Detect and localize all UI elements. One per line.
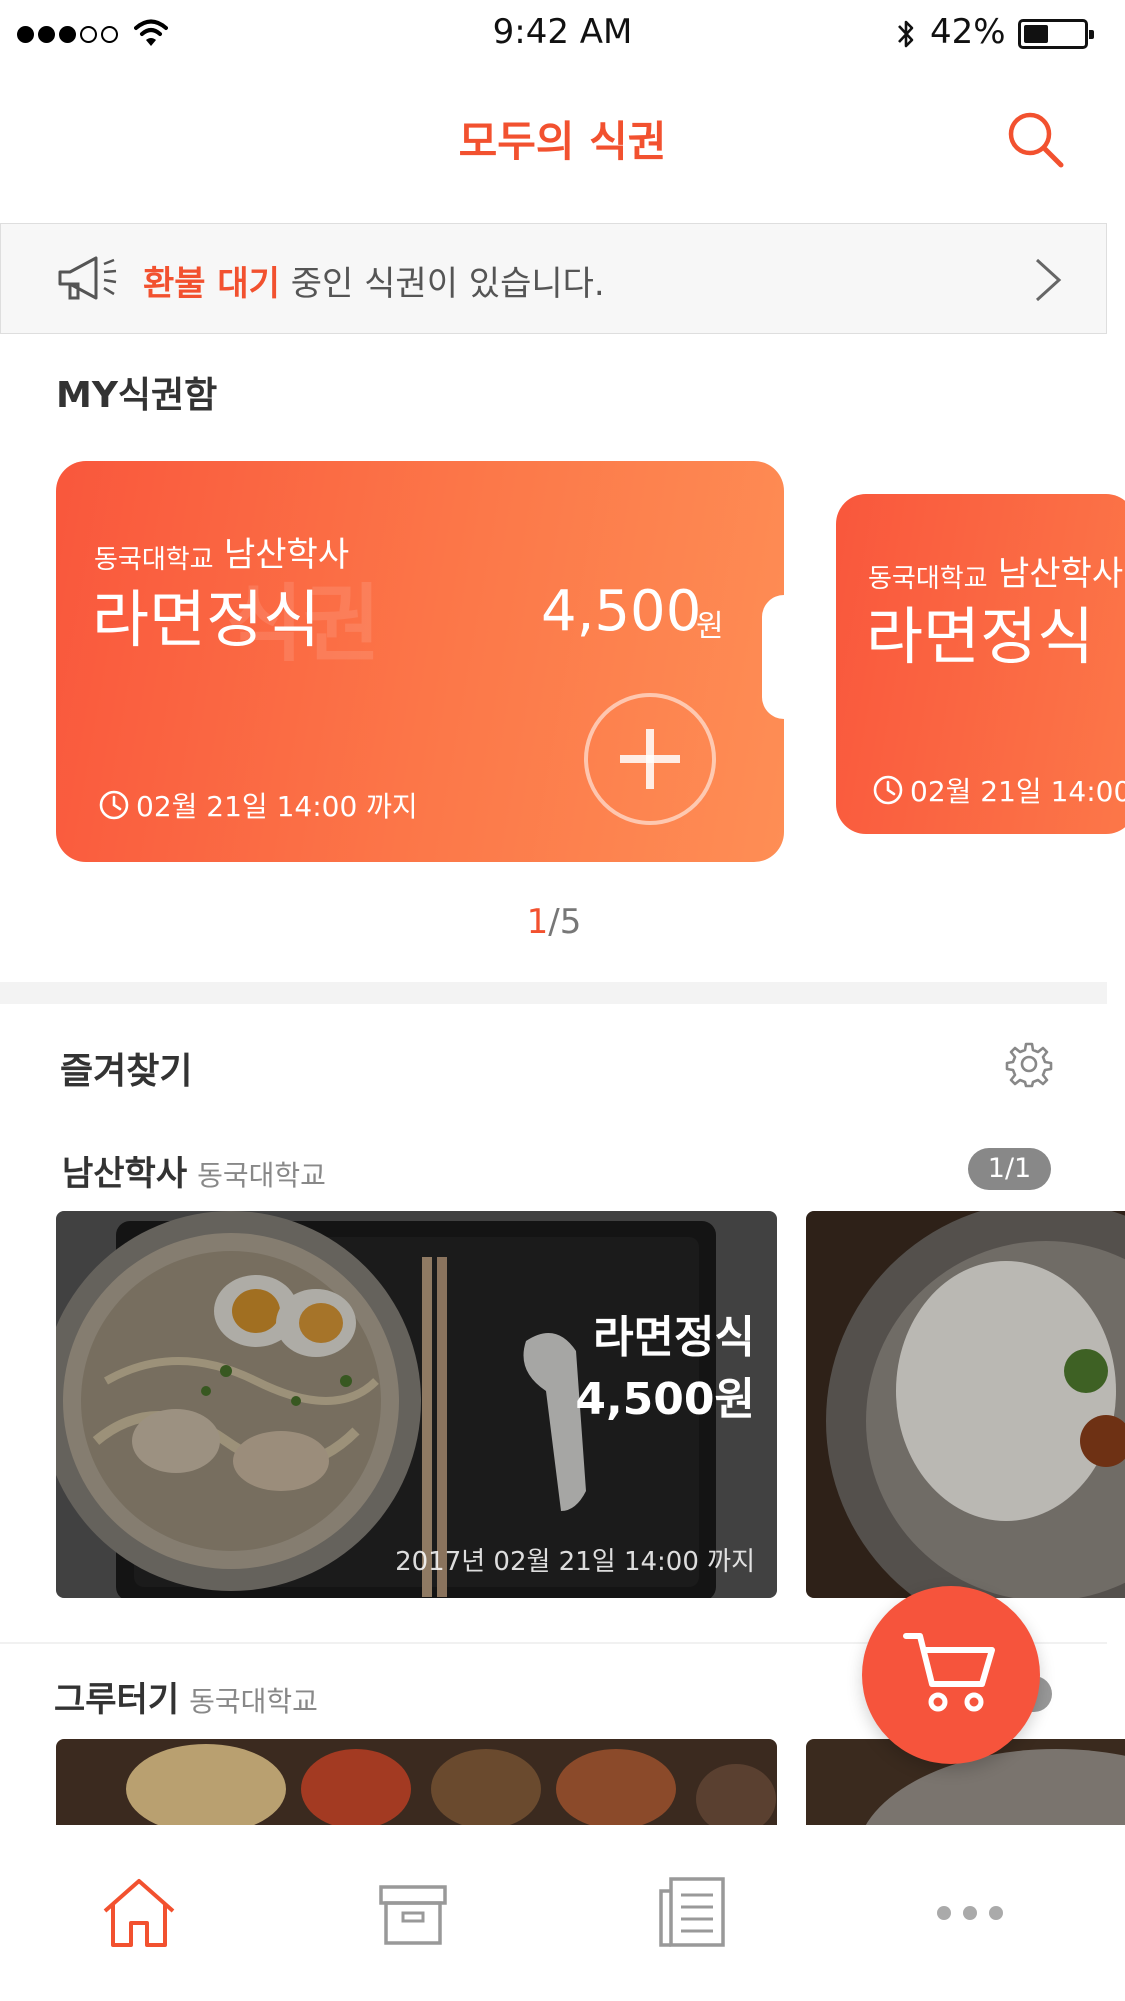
clock-icon — [873, 775, 903, 805]
ticket-card[interactable]: 동국대학교 남산학사 라면정식 02월 21일 14:00 까지 — [836, 494, 1125, 834]
home-icon[interactable] — [99, 1873, 179, 1953]
battery-icon — [1018, 19, 1094, 49]
menu-expire: 2017년 02월 21일 14:00 까지 — [395, 1547, 755, 1577]
chevron-right-icon — [1035, 258, 1062, 302]
ticket-card[interactable]: 식권 동국대학교 남산학사 라면정식 4,500 원 02월 21일 14:00… — [56, 461, 784, 862]
ticket-expire: 02월 21일 14:00 까지 — [98, 785, 418, 825]
bottom-nav — [0, 1825, 1125, 2001]
ticket-price: 4,500 — [541, 579, 702, 644]
store-school: 동국대학교 — [189, 1685, 318, 1718]
status-bar: 9:42 AM 42% — [0, 0, 1125, 66]
favorite-store-header[interactable]: 그루터기 동국대학교 — [54, 1672, 318, 1721]
battery-percent: 42% — [930, 12, 1006, 52]
store-name: 남산학사 — [62, 1154, 188, 1194]
ticket-pager: 1/5 — [0, 902, 1108, 942]
megaphone-icon — [58, 256, 117, 300]
menu-card[interactable] — [806, 1211, 1125, 1598]
store-name: 그루터기 — [54, 1680, 180, 1720]
my-tickets-title: MY식권함 — [56, 375, 218, 416]
gear-icon[interactable] — [1005, 1040, 1053, 1088]
store-school: 동국대학교 — [197, 1159, 326, 1192]
add-ticket-button[interactable] — [582, 691, 718, 827]
clock-icon — [99, 790, 129, 820]
cart-icon — [903, 1633, 995, 1712]
favorites-title: 즐겨찾기 — [60, 1051, 193, 1092]
notice-highlight: 환불 대기 — [143, 264, 280, 304]
box-icon[interactable] — [373, 1873, 453, 1953]
section-divider — [0, 982, 1107, 1004]
notice-text: 환불 대기 중인 식권이 있습니다. — [143, 256, 605, 305]
ticket-price-unit: 원 — [696, 609, 724, 644]
favorite-store-header[interactable]: 남산학사 동국대학교 — [62, 1146, 326, 1195]
store-count-badge: 1/1 — [968, 1148, 1051, 1190]
ticket-menu: 라면정식 — [92, 583, 321, 656]
cart-button[interactable] — [862, 1586, 1040, 1764]
menu-price: 4,500원 — [575, 1374, 755, 1425]
refund-notice-banner[interactable]: 환불 대기 중인 식권이 있습니다. — [0, 223, 1107, 334]
ticket-notch — [762, 595, 806, 719]
pager-total: /5 — [548, 902, 582, 942]
more-icon[interactable] — [930, 1873, 1010, 1953]
menu-name: 라면정식 — [593, 1312, 755, 1363]
app-title: 모두의 식권 — [458, 117, 667, 166]
rice-photo — [806, 1211, 1125, 1598]
pager-current: 1 — [526, 902, 549, 942]
ticket-menu: 라면정식 — [866, 600, 1095, 673]
ticket-expire-text: 02월 21일 14:00 까지 — [910, 775, 1125, 808]
ticket-expire-text: 02월 21일 14:00 까지 — [136, 790, 418, 823]
news-icon[interactable] — [653, 1873, 733, 1953]
menu-card[interactable]: 라면정식 4,500원 2017년 02월 21일 14:00 까지 — [56, 1211, 777, 1598]
ticket-expire: 02월 21일 14:00 까지 — [872, 770, 1125, 810]
bluetooth-icon — [898, 20, 914, 48]
search-icon[interactable] — [1004, 108, 1066, 170]
side-dishes-photo — [56, 1739, 777, 1829]
notice-message: 중인 식권이 있습니다. — [279, 264, 605, 304]
menu-card[interactable] — [56, 1739, 777, 1829]
